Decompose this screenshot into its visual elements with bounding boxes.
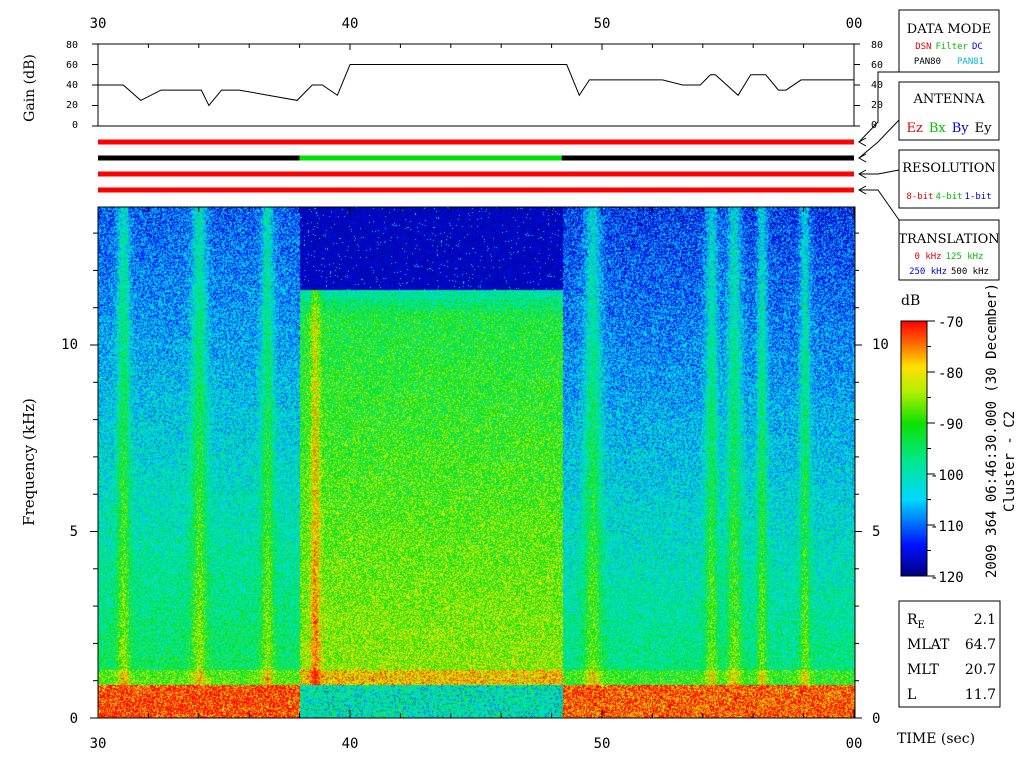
- gain-yticks-right: 80 60 40 20 0: [871, 40, 883, 131]
- position-info-box: RE 2.1 MLAT 64.7 MLT 20.7 L 11.7: [898, 600, 1001, 708]
- gain-panel-frame: [97, 43, 855, 127]
- legend-resolution-title: RESOLUTION: [902, 161, 996, 176]
- status-bar-segment: [98, 171, 854, 177]
- legend-resolution-row: 8-bit 4-bit 1-bit: [906, 192, 991, 202]
- freq-ytick-10: 10: [61, 337, 78, 353]
- gain-ytick-60: 60: [66, 60, 78, 71]
- pos-value-l: 11.7: [965, 687, 996, 703]
- pos-value-mlat: 64.7: [965, 637, 996, 653]
- pos-label-mlt: MLT: [907, 662, 939, 678]
- colorbar-caption-time: 2009 364 06:46:30.000 (30 December): [984, 283, 1000, 578]
- top-time-axis: 30 40 50 00: [90, 16, 863, 32]
- status-bar-segment: [299, 155, 562, 161]
- colorbar-title: dB: [901, 293, 920, 309]
- cb-tick-120: -120: [930, 570, 964, 586]
- legend-data-mode-title: DATA MODE: [907, 22, 991, 37]
- bottom-time-axis: 30 40 50 00: [90, 736, 863, 752]
- freq-ytick-5: 5: [70, 524, 78, 540]
- bottom-tick-30: 30: [90, 736, 107, 752]
- status-bar-segment: [561, 155, 854, 161]
- cb-tick-90: -90: [938, 417, 963, 433]
- status-bars: [98, 139, 854, 193]
- legend-125khz: 125 kHz: [946, 252, 984, 262]
- connector-translation: [859, 189, 900, 221]
- colorbar-tick-labels: -70 -80 -90 -100 -110 -120: [930, 315, 964, 586]
- colorbar: dB -70 -80 -90 -100 -110 -120 2009 364 0…: [900, 283, 1018, 586]
- gain-ytick-80: 80: [66, 40, 78, 51]
- pos-value-re: 2.1: [974, 612, 996, 628]
- legend-dc: DC: [972, 42, 983, 52]
- legend-ez: Ez: [907, 121, 923, 136]
- cb-tick-80: -80: [938, 366, 963, 382]
- legend-500khz: 500 kHz: [951, 267, 989, 277]
- bottom-tick-40: 40: [342, 736, 359, 752]
- freq-ytick-0-right: 0: [872, 711, 880, 727]
- legend-1bit: 1-bit: [965, 192, 992, 202]
- legend-resolution: RESOLUTION 8-bit 4-bit 1-bit: [898, 149, 1000, 209]
- gain-panel: 80 60 40 20 0 80 60 40 20 0 Gain (dB): [22, 40, 883, 131]
- legend-ey: Ey: [975, 121, 992, 136]
- gain-ylabel: Gain (dB): [22, 54, 38, 122]
- gain-series-line: [98, 64, 854, 107]
- legend-pan80: PAN80: [914, 57, 941, 67]
- legend-translation: TRANSLATION 0 kHz 125 kHz 250 kHz 500 kHz: [898, 219, 1000, 281]
- pos-label-l: L: [907, 687, 916, 703]
- freq-yticks-right: 10 5 0: [872, 337, 889, 727]
- freq-yticks-left: 10 5 0: [61, 337, 78, 727]
- gain-ytick-60-right: 60: [871, 60, 883, 71]
- legend-bx: Bx: [929, 121, 947, 136]
- freq-ytick-5-right: 5: [872, 524, 880, 540]
- pos-label-re-sub: E: [918, 620, 925, 631]
- legend-antenna: ANTENNA Ez Bx By Ey: [898, 81, 1000, 141]
- spectrogram-image-holder: [98, 207, 855, 718]
- legend-data-mode: DATA MODE DSN Filter DC PAN80 PAN81: [898, 9, 1000, 73]
- top-tick-40: 40: [342, 16, 359, 32]
- legend-connectors: [857, 71, 900, 221]
- freq-ylabel: Frequency (kHz): [20, 398, 38, 526]
- gain-yticks-left: 80 60 40 20 0: [66, 40, 78, 131]
- cb-tick-110: -110: [930, 519, 964, 535]
- colorbar-ticks: [927, 320, 935, 577]
- legend-8bit: 8-bit: [906, 192, 933, 202]
- colorbar-gradient: [900, 320, 928, 577]
- pos-label-re-main: R: [907, 612, 918, 628]
- legend-translation-title: TRANSLATION: [898, 232, 999, 247]
- legend-by: By: [952, 121, 970, 136]
- time-axis-label: TIME (sec): [897, 731, 975, 747]
- spectrogram-heatmap: [98, 207, 855, 718]
- spectrogram-panel: 10 5 0 10 5 0 Frequency (kHz): [20, 206, 889, 727]
- colorbar-caption-spacecraft: Cluster - C2: [1002, 411, 1018, 512]
- legend-antenna-title: ANTENNA: [912, 92, 985, 107]
- cluster-spectrogram-figure: 30 40 50 00 80 60 40 20 0 80 60 40 20 0 …: [20, 9, 1018, 752]
- top-tick-50: 50: [594, 16, 611, 32]
- bottom-tick-00: 00: [846, 736, 863, 752]
- freq-ytick-0: 0: [70, 711, 78, 727]
- legend-filter: Filter: [935, 42, 968, 52]
- legend-dsn: DSN: [915, 42, 931, 52]
- pos-label-mlat: MLAT: [907, 637, 950, 653]
- gain-ytick-20: 20: [66, 100, 78, 111]
- gain-ytick-40: 40: [66, 80, 78, 91]
- gain-ytick-20-right: 20: [871, 100, 883, 111]
- gain-ytick-40-right: 40: [871, 80, 883, 91]
- legend-translation-row1: 0 kHz 125 kHz: [914, 252, 983, 262]
- connector-data-mode-arrow: [857, 137, 867, 147]
- status-bar-segment: [98, 155, 300, 161]
- status-bar-segment: [98, 139, 854, 145]
- freq-ytick-10-right: 10: [872, 337, 889, 353]
- top-tick-30: 30: [90, 16, 107, 32]
- pos-value-mlt: 20.7: [965, 662, 996, 678]
- legend-4bit: 4-bit: [935, 192, 962, 202]
- legend-pan81: PAN81: [957, 57, 984, 67]
- cb-tick-70: -70: [938, 315, 963, 331]
- legend-0khz: 0 kHz: [914, 252, 941, 262]
- gain-ytick-0: 0: [72, 120, 78, 131]
- gain-ytick-80-right: 80: [871, 40, 883, 51]
- cb-tick-100: -100: [930, 468, 964, 484]
- legend-250khz: 250 kHz: [909, 267, 947, 277]
- legend-data-mode-row1: DSN Filter DC: [915, 42, 983, 52]
- status-bar-segment: [98, 187, 854, 193]
- bottom-tick-50: 50: [594, 736, 611, 752]
- top-tick-00: 00: [846, 16, 863, 32]
